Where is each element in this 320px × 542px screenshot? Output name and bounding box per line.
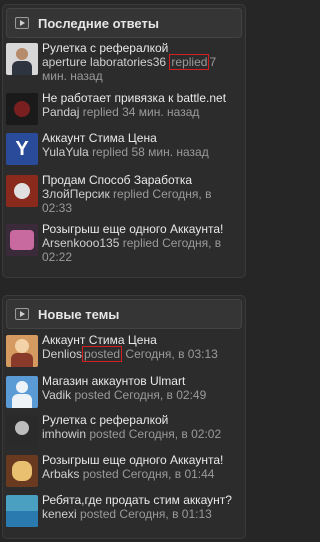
avatar[interactable] bbox=[6, 43, 38, 75]
avatar[interactable] bbox=[6, 415, 38, 447]
timestamp: Сегодня, в 03:13 bbox=[125, 347, 218, 361]
list-item: Рулетка с рефералкой imhowin posted Сего… bbox=[6, 413, 242, 447]
list-item: Розыгрыш еще одного Аккаунта! Arsenkooo1… bbox=[6, 222, 242, 264]
action-verb: posted bbox=[82, 467, 119, 481]
play-icon bbox=[15, 17, 29, 29]
username-link[interactable]: Arsenkooo135 bbox=[42, 236, 119, 250]
list-item: Y Аккаунт Стима Цена YulaYula replied 58… bbox=[6, 131, 242, 165]
topic-link[interactable]: Аккаунт Стима Цена bbox=[42, 333, 242, 347]
play-icon bbox=[15, 308, 29, 320]
username-link[interactable]: Pandaj bbox=[42, 105, 79, 119]
action-verb: replied bbox=[169, 54, 210, 70]
avatar[interactable] bbox=[6, 93, 38, 125]
action-verb: posted bbox=[80, 507, 117, 521]
list-item: Рулетка с рефералкой aperture laboratori… bbox=[6, 41, 242, 83]
action-verb: replied bbox=[113, 187, 150, 201]
list-item: Не работает привязка к battle.net Pandaj… bbox=[6, 91, 242, 125]
new-topics-title: Новые темы bbox=[38, 306, 120, 322]
action-verb: posted bbox=[82, 346, 123, 362]
list-item: Магазин аккаунтов Ulmart Vadik posted Се… bbox=[6, 374, 242, 408]
timestamp: Сегодня, в 02:49 bbox=[113, 388, 207, 402]
new-topics-header: Новые темы bbox=[6, 299, 242, 329]
topic-link[interactable]: Продам Способ Заработка bbox=[42, 173, 242, 187]
topic-link[interactable]: Не работает привязка к battle.net bbox=[42, 91, 242, 105]
avatar[interactable] bbox=[6, 495, 38, 527]
timestamp: 34 мин. назад bbox=[122, 105, 200, 119]
action-verb: replied bbox=[82, 105, 119, 119]
list-item: Ребята,где продать стим аккаунт? kenexi … bbox=[6, 493, 242, 527]
topic-link[interactable]: Розыгрыш еще одного Аккаунта! bbox=[42, 453, 242, 467]
avatar[interactable] bbox=[6, 224, 38, 256]
topic-link[interactable]: Аккаунт Стима Цена bbox=[42, 131, 242, 145]
topic-link[interactable]: Магазин аккаунтов Ulmart bbox=[42, 374, 242, 388]
avatar[interactable] bbox=[6, 175, 38, 207]
username-link[interactable]: ЗлойПерсик bbox=[42, 187, 110, 201]
username-link[interactable]: Vadik bbox=[42, 388, 71, 402]
topic-link[interactable]: Розыгрыш еще одного Аккаунта! bbox=[42, 222, 242, 236]
username-link[interactable]: imhowin bbox=[42, 427, 86, 441]
avatar[interactable] bbox=[6, 455, 38, 487]
timestamp: Сегодня, в 01:44 bbox=[122, 467, 215, 481]
list-item: Аккаунт Стима Цена Denlios posted Сегодня… bbox=[6, 333, 242, 367]
topic-link[interactable]: Рулетка с рефералкой bbox=[42, 413, 242, 427]
avatar[interactable]: Y bbox=[6, 133, 38, 165]
avatar[interactable] bbox=[6, 335, 38, 367]
topic-link[interactable]: Рулетка с рефералкой bbox=[42, 41, 242, 55]
timestamp: Сегодня, в 02:02 bbox=[128, 427, 222, 441]
action-verb: posted bbox=[74, 388, 111, 402]
recent-replies-title: Последние ответы bbox=[38, 15, 159, 31]
avatar[interactable] bbox=[6, 376, 38, 408]
topic-link[interactable]: Ребята,где продать стим аккаунт? bbox=[42, 493, 242, 507]
username-link[interactable]: YulaYula bbox=[42, 145, 89, 159]
username-link[interactable]: Arbaks bbox=[42, 467, 79, 481]
username-link[interactable]: Denlios bbox=[42, 347, 82, 361]
list-item: Продам Способ Заработка ЗлойПерсик repli… bbox=[6, 173, 242, 215]
timestamp: Сегодня, в 01:13 bbox=[119, 507, 212, 521]
action-verb: replied bbox=[92, 145, 129, 159]
list-item: Розыгрыш еще одного Аккаунта! Arbaks pos… bbox=[6, 453, 242, 487]
username-link[interactable]: aperture laboratories36 bbox=[42, 55, 166, 69]
timestamp: 58 мин. назад bbox=[131, 145, 209, 159]
username-link[interactable]: kenexi bbox=[42, 507, 77, 521]
recent-replies-header: Последние ответы bbox=[6, 8, 242, 38]
action-verb: replied bbox=[122, 236, 159, 250]
action-verb: posted bbox=[89, 427, 126, 441]
